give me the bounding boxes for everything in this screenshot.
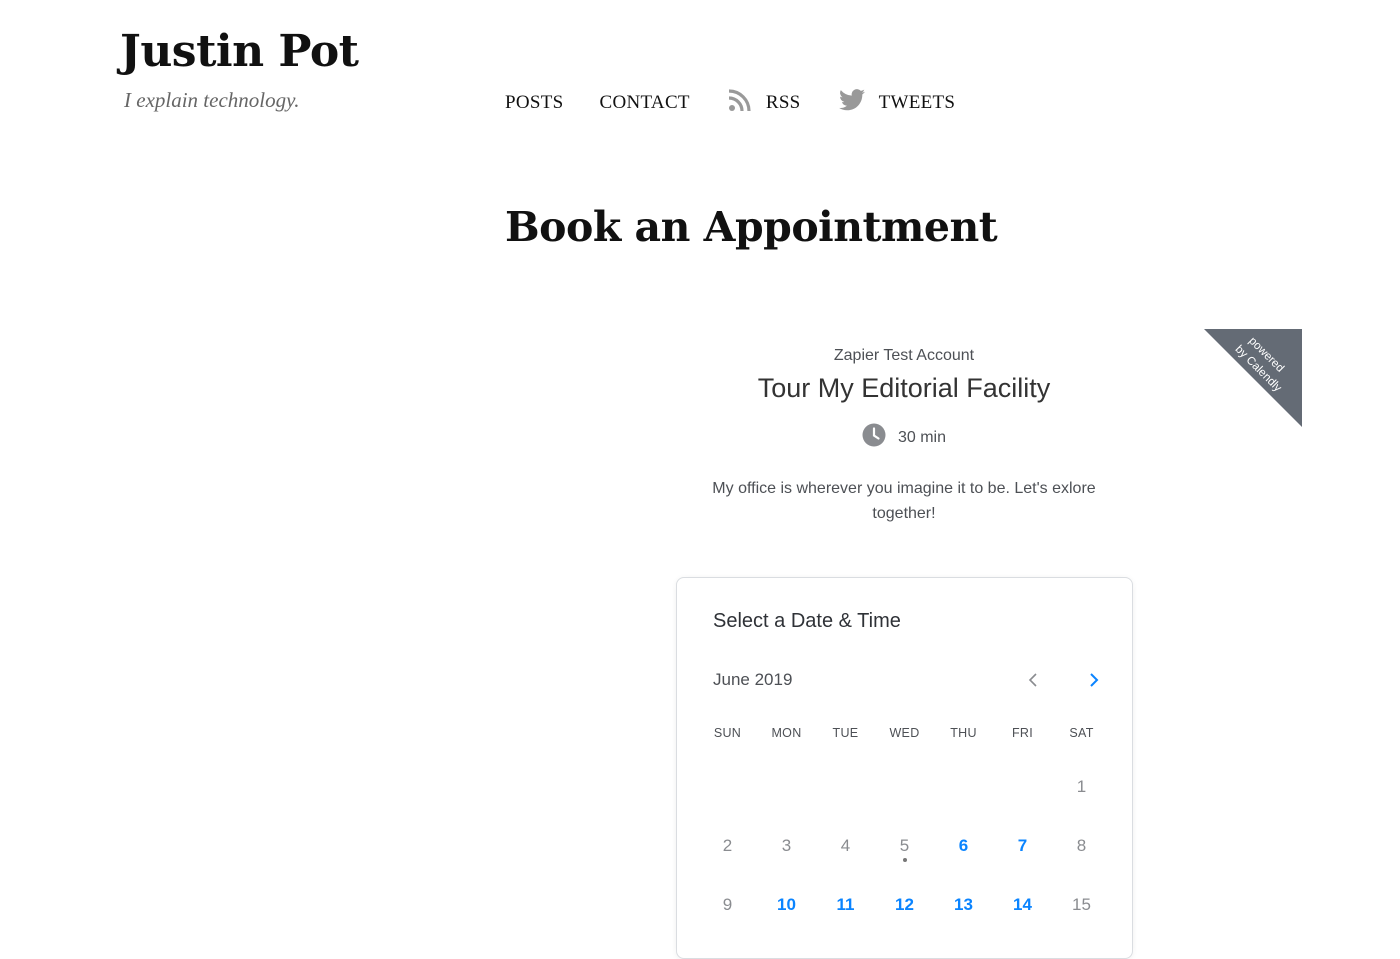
day-number: 1 <box>1076 776 1087 796</box>
nav-rss-label: RSS <box>765 92 801 113</box>
calendar-day-available[interactable]: 12 <box>875 895 934 915</box>
nav-contact-label: CONTACT <box>599 92 690 113</box>
nav-tweets-label: TWEETS <box>878 92 956 113</box>
day-number: 11 <box>836 894 855 914</box>
powered-by-calendly-badge[interactable]: powered by Calendly <box>1204 329 1302 427</box>
current-month: June 2019 <box>713 670 793 689</box>
calendar-day: 1 <box>1052 777 1111 797</box>
site-title[interactable]: Justin Pot <box>120 26 359 77</box>
next-month-button[interactable] <box>1082 670 1106 695</box>
day-number: 2 <box>722 835 733 855</box>
site-tagline: I explain technology. <box>124 88 300 112</box>
weekday-label: SAT <box>1069 726 1094 740</box>
twitter-bird-icon <box>838 89 879 117</box>
weekday-label: SUN <box>713 726 742 740</box>
event-duration: 30 min <box>676 423 1132 452</box>
chevron-right-icon <box>1090 673 1099 687</box>
date-picker-card: Select a Date & Time June 2019 SUN MON T… <box>676 577 1133 959</box>
day-number: 15 <box>1072 894 1091 914</box>
day-number: 4 <box>840 835 851 855</box>
day-number: 13 <box>954 894 973 914</box>
nav-posts[interactable]: POSTS <box>505 92 564 114</box>
main-nav: POSTS CONTACT RSS TWEETS <box>505 88 955 118</box>
nav-posts-label: POSTS <box>505 92 564 113</box>
page-title: Book an Appointment <box>505 203 998 251</box>
chevron-left-icon <box>1028 673 1037 687</box>
calendar-day-available[interactable]: 6 <box>934 836 993 856</box>
day-number: 9 <box>722 894 733 914</box>
nav-tweets[interactable]: TWEETS <box>838 89 956 117</box>
day-number: 6 <box>958 835 969 855</box>
calendar-day: 4 <box>816 836 875 856</box>
nav-contact[interactable]: CONTACT <box>600 92 690 114</box>
calendar-day: 2 <box>698 836 757 856</box>
event-description: My office is wherever you imagine it to … <box>712 480 1096 522</box>
calendar-day: 9 <box>698 895 757 915</box>
event-title: Tour My Editorial Facility <box>757 373 1051 403</box>
weekday-label: WED <box>889 726 920 740</box>
day-number: 5 <box>899 835 910 855</box>
previous-month-button[interactable] <box>1022 670 1046 695</box>
day-number: 12 <box>895 894 914 914</box>
calendar-day-available[interactable]: 13 <box>934 895 993 915</box>
calendar-day: 3 <box>757 836 816 856</box>
clock-icon <box>862 423 898 452</box>
duration-label: 30 min <box>897 428 947 446</box>
calendar-day: 5 <box>875 835 934 862</box>
calendar-day: 8 <box>1052 836 1111 856</box>
day-number: 7 <box>1017 835 1028 855</box>
calendar-day: 15 <box>1052 895 1111 915</box>
day-number: 14 <box>1013 894 1032 914</box>
day-number: 8 <box>1076 835 1087 855</box>
account-name: Zapier Test Account <box>833 347 975 364</box>
calendar-day-available[interactable]: 7 <box>993 836 1052 856</box>
rss-icon <box>728 88 766 118</box>
calendar-week-row: 1 <box>698 757 1111 816</box>
calendar-week-row: 2 3 4 5 6 7 8 <box>698 816 1111 875</box>
nav-rss[interactable]: RSS <box>728 88 801 118</box>
today-indicator <box>902 857 907 862</box>
calendar-day-available[interactable]: 14 <box>993 895 1052 915</box>
calendar-day-available[interactable]: 10 <box>757 895 816 915</box>
calendar-grid: SUN MON TUE WED THU FRI SAT 1 2 3 4 5 6 7 8 9 10 1… <box>698 726 1111 934</box>
day-number: 3 <box>781 835 792 855</box>
weekday-label: THU <box>950 726 977 740</box>
weekday-label: TUE <box>832 726 859 740</box>
calendar-day-available[interactable]: 11 <box>816 895 875 915</box>
picker-title: Select a Date & Time <box>713 610 901 632</box>
day-number: 10 <box>777 894 796 914</box>
calendar-weeks: 1 2 3 4 5 6 7 8 9 10 11 12 13 14 15 <box>698 757 1111 934</box>
weekday-label: FRI <box>1011 726 1034 740</box>
weekday-label: MON <box>771 726 802 740</box>
weekday-header: SUN MON TUE WED THU FRI SAT <box>698 726 1111 740</box>
calendar-week-row: 9 10 11 12 13 14 15 <box>698 875 1111 934</box>
